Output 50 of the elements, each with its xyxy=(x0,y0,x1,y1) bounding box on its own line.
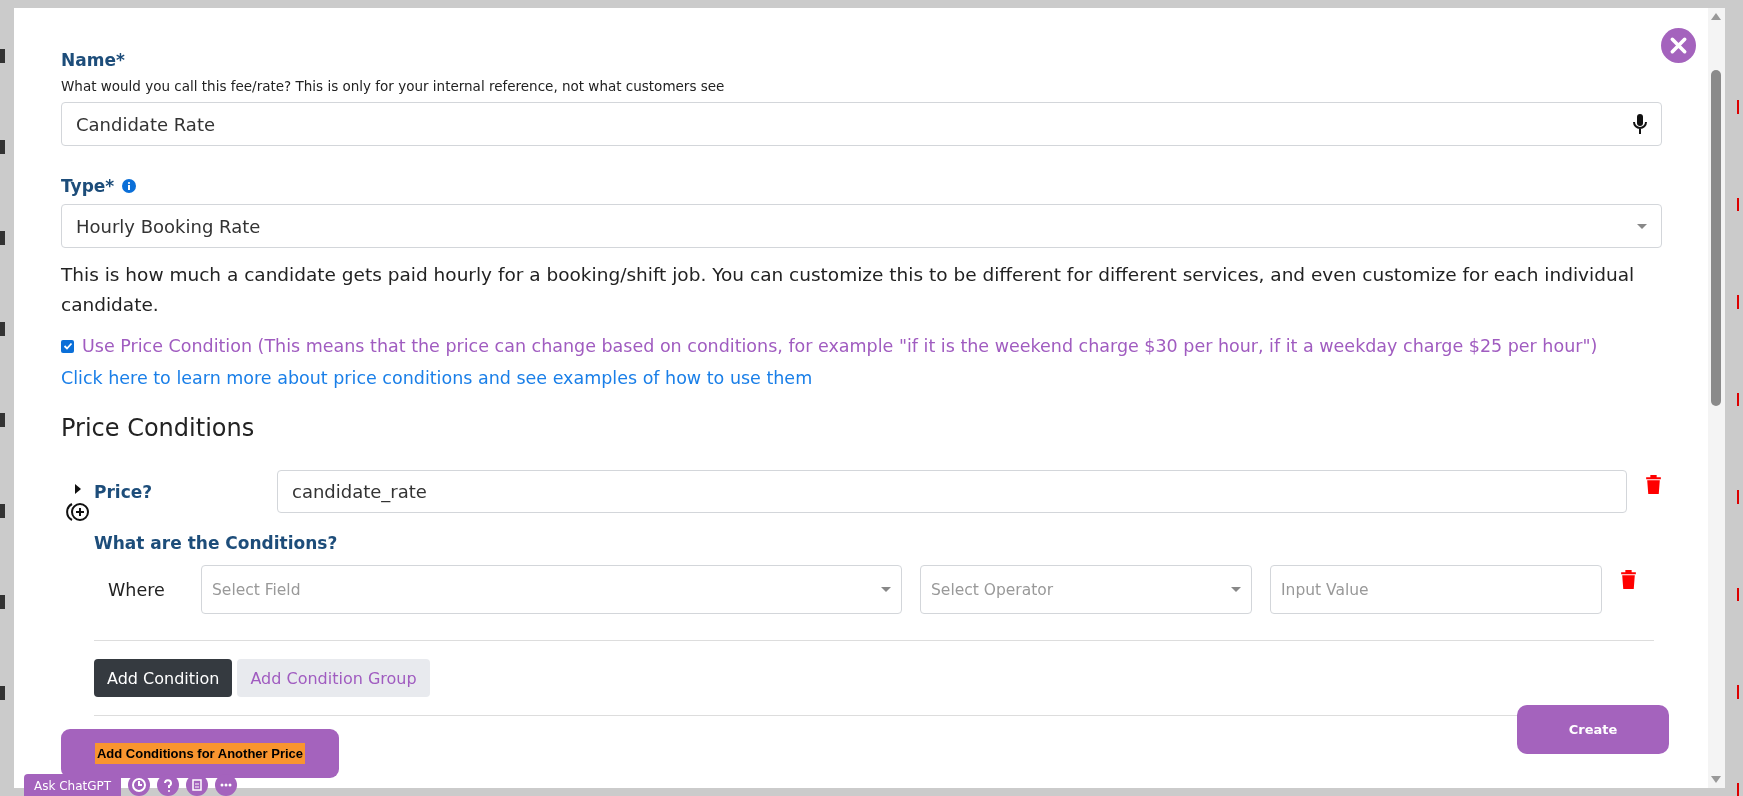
info-icon[interactable] xyxy=(122,179,137,193)
backdrop-text-fragment xyxy=(0,504,5,518)
marker-icon xyxy=(1737,100,1739,114)
type-description: This is how much a candidate gets paid hourly for a booking/shift job. You can customize this to be different for different services, and even customize for each individual candidate. xyxy=(61,263,1636,317)
where-label: Where xyxy=(107,579,166,600)
backdrop-text-fragment xyxy=(0,595,5,609)
scrollbar[interactable] xyxy=(1708,8,1725,788)
ask-chat-button[interactable]: Ask ChatGPT xyxy=(24,774,122,796)
checkbox[interactable] xyxy=(61,339,74,353)
delete-icon[interactable] xyxy=(1645,474,1662,495)
marker-icon xyxy=(1737,782,1739,796)
checkbox-label: Use Price Condition (This means that the price can change based on conditions, for example "if it is the weekend charge $30 per hour, if it a weekday charge $25 per hour") xyxy=(82,336,1598,356)
backdrop-text-fragment xyxy=(0,686,5,700)
section-title: Price Conditions xyxy=(61,414,256,442)
microphone-icon[interactable] xyxy=(1633,113,1647,135)
conditions-title: What are the Conditions? xyxy=(94,532,338,555)
caret-right-icon[interactable] xyxy=(73,484,82,494)
add-group-button[interactable]: Add Condition Group xyxy=(237,659,430,697)
field-label: Price? xyxy=(94,480,153,504)
caret-icon xyxy=(1231,587,1241,592)
backdrop-text-fragment xyxy=(0,49,5,63)
learn-more-link[interactable]: Click here to learn more about price conditions and see examples of how to use them xyxy=(61,368,813,388)
price-input[interactable]: candidate_rate xyxy=(277,470,1627,513)
field-label: Name* xyxy=(61,49,125,72)
caret-icon xyxy=(1637,223,1647,229)
caret-icon xyxy=(881,587,891,592)
field-select[interactable]: Select Field xyxy=(201,565,902,614)
close-icon[interactable] xyxy=(1661,28,1696,63)
marker-icon xyxy=(1737,295,1739,309)
delete-icon[interactable] xyxy=(1620,569,1637,590)
value-input[interactable]: Input Value xyxy=(1270,565,1602,614)
backdrop-text-fragment xyxy=(0,140,5,154)
field-label: Type* xyxy=(61,175,115,198)
add-condition-button[interactable]: Add Condition xyxy=(94,659,233,697)
add-icon[interactable] xyxy=(64,502,91,522)
marker-icon xyxy=(1737,197,1739,211)
operator-select[interactable]: Select Operator xyxy=(920,565,1252,614)
marker-icon xyxy=(1737,587,1739,601)
marker-icon xyxy=(1737,392,1739,406)
marker-icon xyxy=(1737,685,1739,699)
field-hint: What would you call this fee/rate? This is only for your internal reference, not what customers see xyxy=(61,78,726,94)
name-input[interactable]: Candidate Rate xyxy=(61,102,1662,146)
clock-icon xyxy=(131,777,148,793)
backdrop-text-fragment xyxy=(0,413,5,427)
create-button[interactable]: Create xyxy=(1517,705,1669,754)
marker-icon xyxy=(1737,490,1739,504)
backdrop-text-fragment xyxy=(0,322,5,336)
backdrop-text-fragment xyxy=(0,231,5,245)
add-price-button[interactable]: Add Conditions for Another Price xyxy=(61,729,339,778)
type-select[interactable]: Hourly Booking Rate xyxy=(61,204,1662,248)
